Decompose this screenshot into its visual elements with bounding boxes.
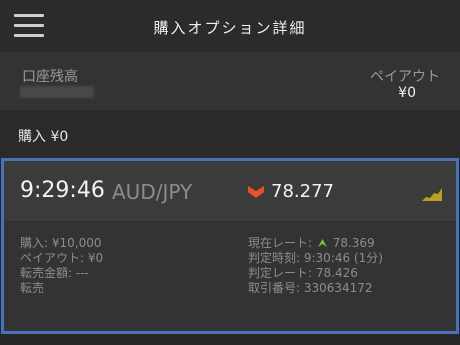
account-balance-label: 口座残高 [22, 69, 78, 85]
current-rate-label: 現在レート: [248, 236, 313, 250]
purchase-amount: 購入: ¥10,000 [20, 236, 102, 250]
decision-rate: 判定レート: 78.426 [248, 266, 358, 280]
option-card-header: 9:29:46 AUD/JPY 78.277 [4, 161, 456, 222]
page-title: 購入オプション詳細 [153, 19, 307, 37]
resale-amount: 転売金額: --- [20, 266, 89, 280]
mini-chart-icon[interactable] [422, 187, 442, 201]
trade-number: 取引番号: 330634172 [248, 281, 373, 295]
payout-label: ペイアウト [370, 69, 440, 85]
option-detail-card[interactable]: 9:29:46 AUD/JPY 78.277 購入: ¥10,000 ペイアウト… [1, 158, 459, 334]
account-balance-row: 口座残高 ペイアウト ¥0 [0, 52, 460, 111]
current-rate-value: 78.369 [332, 236, 375, 250]
current-rate: 現在レート: 78.369 [248, 236, 375, 251]
purchase-summary-text: 購入 ¥0 [18, 129, 69, 145]
down-arrow-icon [248, 186, 264, 198]
entry-rate: 78.277 [271, 181, 334, 202]
decision-time: 判定時刻: 9:30:46 (1分) [248, 251, 383, 265]
option-details: 購入: ¥10,000 ペイアウト: ¥0 転売金額: --- 転売 現在レート… [4, 222, 456, 331]
payout-value: ¥0 [398, 85, 416, 101]
purchase-summary-row: 購入 ¥0 [0, 110, 460, 158]
app-header: 購入オプション詳細 [0, 0, 460, 52]
option-time: 9:29:46 [20, 178, 105, 203]
up-arrow-icon [317, 239, 327, 247]
currency-pair: AUD/JPY [112, 180, 193, 204]
account-balance-redacted [20, 86, 94, 98]
payout-amount: ペイアウト: ¥0 [20, 251, 104, 265]
resale-label: 転売 [20, 281, 45, 295]
